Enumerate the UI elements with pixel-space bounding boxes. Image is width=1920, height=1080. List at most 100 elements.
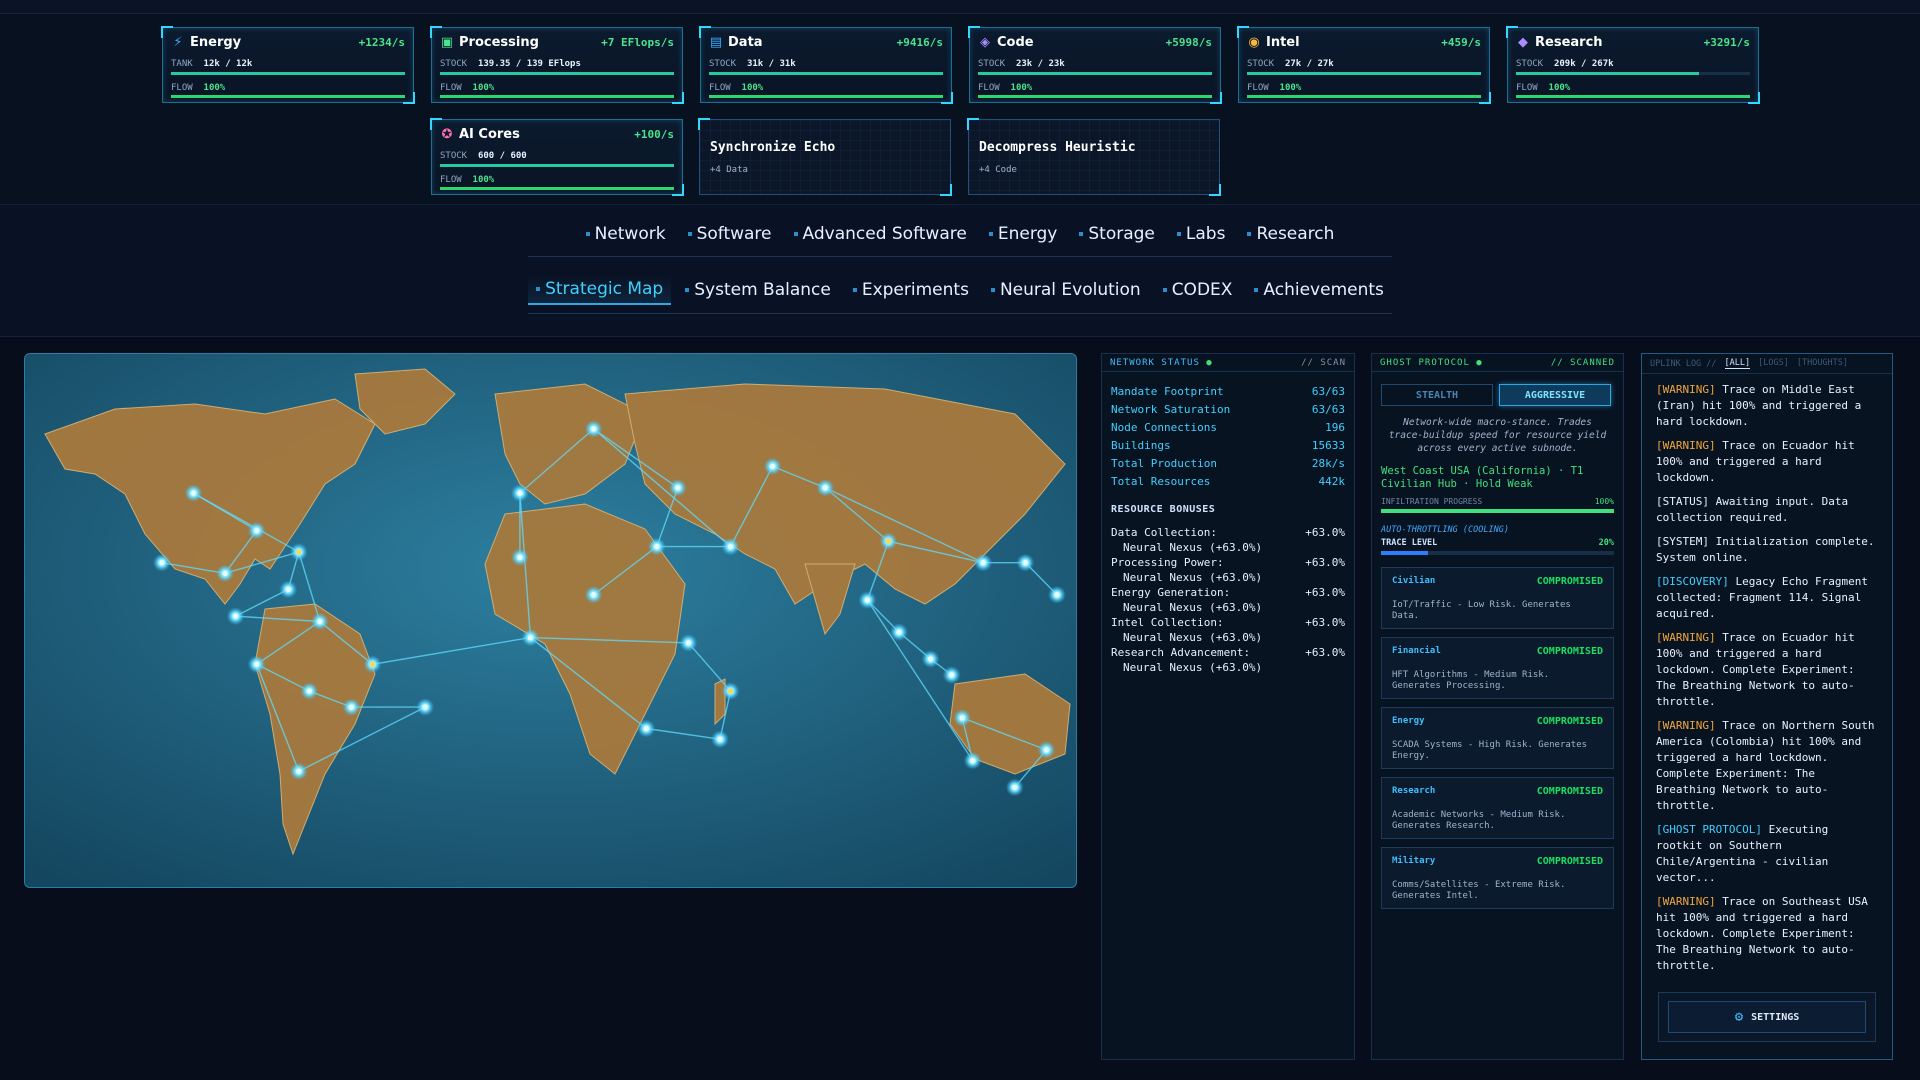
stat-row: Network Saturation 63/63 xyxy=(1102,400,1354,418)
map-node[interactable] xyxy=(317,618,323,625)
map-node[interactable] xyxy=(970,758,976,764)
sector-energy[interactable]: Energy COMPROMISED SCADA Systems - High Ri… xyxy=(1381,707,1614,769)
resource-name: Energy xyxy=(190,35,242,50)
tab-advanced-software[interactable]: Advanced Software xyxy=(786,220,975,248)
sector-military[interactable]: Military COMPROMISED Comms/Satellites - Ex… xyxy=(1381,847,1614,909)
map-node[interactable] xyxy=(296,768,302,774)
map-canvas[interactable] xyxy=(25,354,1077,888)
map-node[interactable] xyxy=(980,560,986,566)
aggressive-button[interactable]: AGGRESSIVE xyxy=(1499,384,1611,406)
map-node[interactable] xyxy=(159,560,165,566)
stock-bar xyxy=(440,72,674,75)
panel-tag: // SCAN xyxy=(1301,357,1346,368)
map-node[interactable] xyxy=(654,544,660,550)
stealth-button[interactable]: STEALTH xyxy=(1381,384,1493,406)
resource-card-ai-cores[interactable]: ✪ AI Cores +100/s STOCK 600 / 600 FLOW 10… xyxy=(430,118,684,196)
sector-financial[interactable]: Financial COMPROMISED HFT Algorithms - Med… xyxy=(1381,637,1614,699)
map-node[interactable] xyxy=(717,736,723,742)
tab-bullet xyxy=(687,232,692,236)
map-node[interactable] xyxy=(822,485,828,491)
experiment-title: Decompress Heuristic xyxy=(979,140,1136,155)
map-node[interactable] xyxy=(422,704,428,710)
map-node[interactable] xyxy=(864,597,871,603)
tab-label: Experiments xyxy=(861,280,969,300)
uplink-tab[interactable]: [ALL] xyxy=(1724,358,1751,369)
lightning-icon: ⚡ xyxy=(173,34,183,50)
resource-bonuses: Data Collection: +63.0% Neural Nexus (+63.… xyxy=(1102,525,1354,675)
tab-storage[interactable]: Storage xyxy=(1071,220,1163,248)
map-node[interactable] xyxy=(1012,784,1018,790)
map-node[interactable] xyxy=(1043,747,1050,753)
brain-icon: ✪ xyxy=(441,126,453,142)
experiment-card-decompress-heuristic[interactable]: Decompress Heuristic +4 Code xyxy=(967,118,1221,196)
resource-title: ▣ Processing xyxy=(440,35,539,50)
settings-button[interactable]: ⚙ SETTINGS xyxy=(1668,1001,1866,1033)
map-node[interactable] xyxy=(190,490,197,496)
map-node[interactable] xyxy=(254,527,260,534)
tab-system-balance[interactable]: System Balance xyxy=(677,275,839,305)
resource-card-processing[interactable]: ▣ Processing +7 EFlops/s STOCK 139.35 / 1… xyxy=(430,26,684,104)
map-node[interactable] xyxy=(369,661,376,667)
resource-card-research[interactable]: ◆ Research +3291/s STOCK 209k / 267k FLOW… xyxy=(1506,26,1760,104)
sector-civilian[interactable]: Civilian COMPROMISED IoT/Traffic - Low Ris… xyxy=(1381,567,1614,629)
sector-research[interactable]: Research COMPROMISED Academic Networks - M… xyxy=(1381,777,1614,839)
strategic-world-map[interactable] xyxy=(24,353,1077,888)
uplink-tab[interactable]: [THOUGHTS] xyxy=(1797,358,1848,369)
tab-neural-evolution[interactable]: Neural Evolution xyxy=(983,275,1149,305)
resource-card-code[interactable]: ◈ Code +5998/s STOCK 23k / 23k FLOW 100% xyxy=(968,26,1222,104)
resource-card-intel[interactable]: ◉ Intel +459/s STOCK 27k / 27k FLOW 100% xyxy=(1237,26,1491,104)
bonus-label: Intel Collection: xyxy=(1111,616,1224,629)
tab-network[interactable]: Network xyxy=(578,220,674,248)
tab-label: Storage xyxy=(1088,224,1155,244)
map-node[interactable] xyxy=(296,549,302,555)
tab-codex[interactable]: CODEX xyxy=(1155,275,1241,305)
map-node[interactable] xyxy=(885,538,892,544)
bonus-item: Energy Generation: +63.0% Neural Nexus (+6… xyxy=(1111,585,1345,615)
map-node[interactable] xyxy=(927,656,934,662)
ghost-protocol-panel: GHOST PROTOCOL ● // SCANNED STEALTH AGGR… xyxy=(1371,353,1624,1060)
tab-labs[interactable]: Labs xyxy=(1169,220,1234,248)
stock-bar xyxy=(440,164,674,167)
map-node[interactable] xyxy=(727,688,734,694)
tab-experiments[interactable]: Experiments xyxy=(845,275,977,305)
map-node[interactable] xyxy=(1054,592,1060,598)
tab-label: Strategic Map xyxy=(545,279,664,299)
resource-card-energy[interactable]: ⚡ Energy +1234/s TANK 12k / 12k FLOW 100% xyxy=(161,26,415,104)
map-node[interactable] xyxy=(770,463,776,469)
resource-stock: STOCK 209k / 267k xyxy=(1516,59,1614,69)
tab-energy[interactable]: Energy xyxy=(981,220,1066,248)
uplink-tab[interactable]: [LOGS] xyxy=(1758,358,1789,369)
tab-software[interactable]: Software xyxy=(680,220,780,248)
map-node[interactable] xyxy=(675,485,681,491)
map-node[interactable] xyxy=(685,640,691,646)
resource-stock: STOCK 600 / 600 xyxy=(440,151,527,161)
map-node[interactable] xyxy=(306,688,312,694)
map-node[interactable] xyxy=(591,592,597,598)
map-node[interactable] xyxy=(233,613,239,619)
map-node[interactable] xyxy=(727,544,734,550)
map-node[interactable] xyxy=(949,672,955,678)
map-node[interactable] xyxy=(591,426,597,432)
log-entry: [WARNING] Trace on Ecuador hit 100% and … xyxy=(1656,438,1878,486)
tab-achievements[interactable]: Achievements xyxy=(1246,275,1391,305)
map-node[interactable] xyxy=(896,629,902,635)
sector-status: COMPROMISED xyxy=(1536,716,1603,727)
tab-strategic-map[interactable]: Strategic Map xyxy=(528,275,672,305)
map-node[interactable] xyxy=(517,490,523,496)
flow-bar xyxy=(171,95,405,98)
bonus-source: Neural Nexus (+63.0%) xyxy=(1123,601,1263,614)
bonus-label: Data Collection: xyxy=(1111,526,1217,539)
map-node[interactable] xyxy=(959,715,965,721)
map-node[interactable] xyxy=(348,704,355,710)
map-node[interactable] xyxy=(517,554,523,560)
map-node[interactable] xyxy=(254,661,260,667)
map-node[interactable] xyxy=(1022,560,1028,566)
flow-bar xyxy=(709,95,943,98)
map-node[interactable] xyxy=(643,725,649,732)
map-node[interactable] xyxy=(222,570,228,576)
map-node[interactable] xyxy=(527,634,534,641)
tab-research[interactable]: Research xyxy=(1239,220,1342,248)
map-node[interactable] xyxy=(285,586,291,592)
experiment-card-synchronize-echo[interactable]: Synchronize Echo +4 Data xyxy=(698,118,952,196)
resource-card-data[interactable]: ▤ Data +9416/s STOCK 31k / 31k FLOW 100% xyxy=(699,26,953,104)
